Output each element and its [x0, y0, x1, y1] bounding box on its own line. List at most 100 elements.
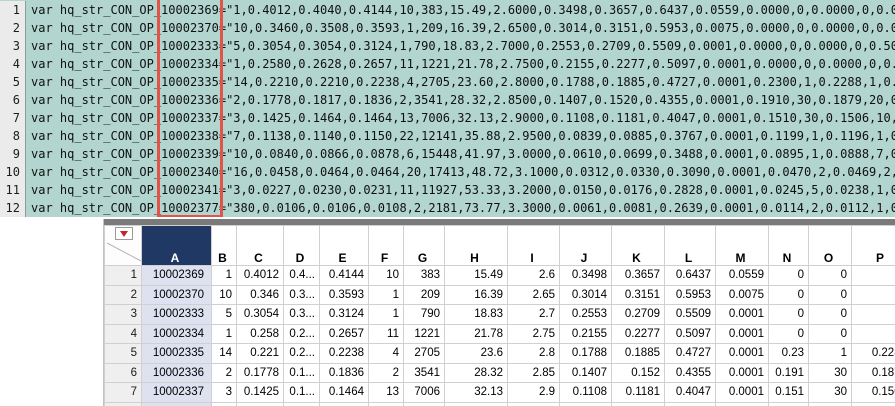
code-line[interactable]: 12 var hq_str_CON_OP_10002377="380,0.0106…: [0, 199, 895, 217]
column-header-A[interactable]: A: [141, 225, 212, 266]
cell-J7[interactable]: 0.1108: [559, 382, 612, 403]
code-line[interactable]: 11 var hq_str_CON_OP_10002341="3,0.0227,0…: [0, 181, 895, 199]
cell-A4[interactable]: 10002334: [141, 323, 212, 344]
column-header-E[interactable]: E: [319, 225, 369, 266]
cell-H4[interactable]: 21.78: [444, 323, 508, 344]
cell-I4[interactable]: 2.75: [507, 323, 560, 344]
cell-A3[interactable]: 10002333: [141, 304, 212, 325]
cell-C4[interactable]: 0.258: [236, 323, 284, 344]
cell-M5[interactable]: 0.0001: [715, 343, 769, 364]
cell-A1[interactable]: 10002369: [141, 265, 212, 286]
code-text[interactable]: var hq_str_CON_OP_10002337="3,0.1425,0.1…: [26, 109, 895, 127]
cell-D6[interactable]: 0.1...: [283, 362, 320, 383]
row-number[interactable]: 3: [104, 304, 142, 325]
cell-G2[interactable]: 209: [403, 284, 445, 305]
cell-A5[interactable]: 10002335: [141, 343, 212, 364]
cell-B8[interactable]: 7: [211, 401, 237, 406]
cell-M8[interactable]: 0.0001: [715, 401, 769, 406]
code-text[interactable]: var hq_str_CON_OP_10002369="1,0.4012,0.4…: [26, 1, 895, 19]
cell-B7[interactable]: 3: [211, 382, 237, 403]
code-line[interactable]: 8 var hq_str_CON_OP_10002338="7,0.1138,0.…: [0, 127, 895, 145]
cell-E7[interactable]: 0.1464: [319, 382, 369, 403]
cell-I8[interactable]: 2.95: [507, 401, 560, 406]
cell-H2[interactable]: 16.39: [444, 284, 508, 305]
column-header-C[interactable]: C: [236, 225, 284, 266]
cell-K8[interactable]: 0.0885: [611, 401, 665, 406]
code-line[interactable]: 5 var hq_str_CON_OP_10002335="14,0.2210,0…: [0, 73, 895, 91]
cell-C1[interactable]: 0.4012: [236, 265, 284, 286]
cell-F4[interactable]: 11: [368, 323, 404, 344]
cell-H3[interactable]: 18.83: [444, 304, 508, 325]
cell-L3[interactable]: 0.5509: [664, 304, 716, 325]
cell-K2[interactable]: 0.3151: [611, 284, 665, 305]
row-number[interactable]: 6: [104, 362, 142, 383]
cell-M7[interactable]: 0.0001: [715, 382, 769, 403]
cell-J5[interactable]: 0.1788: [559, 343, 612, 364]
code-text[interactable]: var hq_str_CON_OP_10002336="2,0.1778,0.1…: [26, 91, 895, 109]
cell-L7[interactable]: 0.4047: [664, 382, 716, 403]
cell-I5[interactable]: 2.8: [507, 343, 560, 364]
cell-D7[interactable]: 0.1...: [283, 382, 320, 403]
cell-A7[interactable]: 10002337: [141, 382, 212, 403]
cell-F8[interactable]: 22: [368, 401, 404, 406]
cell-E8[interactable]: 0.115: [319, 401, 369, 406]
cell-O5[interactable]: 1: [808, 343, 852, 364]
cell-P7[interactable]: 0.1506: [851, 382, 895, 403]
code-line[interactable]: 10 var hq_str_CON_OP_10002340="16,0.0458,…: [0, 163, 895, 181]
cell-G3[interactable]: 790: [403, 304, 445, 325]
code-text[interactable]: var hq_str_CON_OP_10002335="14,0.2210,0.…: [26, 73, 895, 91]
row-number[interactable]: 2: [104, 284, 142, 305]
cell-C6[interactable]: 0.1778: [236, 362, 284, 383]
column-header-O[interactable]: O: [808, 225, 852, 266]
cell-A2[interactable]: 10002370: [141, 284, 212, 305]
code-text[interactable]: var hq_str_CON_OP_10002334="1,0.2580,0.2…: [26, 55, 895, 73]
cell-L8[interactable]: 0.3767: [664, 401, 716, 406]
cell-H1[interactable]: 15.49: [444, 265, 508, 286]
cell-F7[interactable]: 13: [368, 382, 404, 403]
cell-N2[interactable]: 0: [768, 284, 809, 305]
column-header-B[interactable]: B: [211, 225, 237, 266]
cell-H6[interactable]: 28.32: [444, 362, 508, 383]
cell-B5[interactable]: 14: [211, 343, 237, 364]
cell-C7[interactable]: 0.1425: [236, 382, 284, 403]
cell-P5[interactable]: 0.2288: [851, 343, 895, 364]
cell-C8[interactable]: 0.1138: [236, 401, 284, 406]
cell-P8[interactable]: 0.1196: [851, 401, 895, 406]
cell-M1[interactable]: 0.0559: [715, 265, 769, 286]
code-line[interactable]: 6 var hq_str_CON_OP_10002336="2,0.1778,0.…: [0, 91, 895, 109]
cell-K4[interactable]: 0.2277: [611, 323, 665, 344]
code-text[interactable]: var hq_str_CON_OP_10002333="5,0.3054,0.3…: [26, 37, 895, 55]
cell-I3[interactable]: 2.7: [507, 304, 560, 325]
cell-I2[interactable]: 2.65: [507, 284, 560, 305]
cell-E4[interactable]: 0.2657: [319, 323, 369, 344]
row-number[interactable]: 1: [104, 265, 142, 286]
cell-P2[interactable]: 0: [851, 284, 895, 305]
cell-D8[interactable]: 0.1...: [283, 401, 320, 406]
column-header-M[interactable]: M: [715, 225, 769, 266]
row-number[interactable]: 4: [104, 323, 142, 344]
cell-M2[interactable]: 0.0075: [715, 284, 769, 305]
column-header-K[interactable]: K: [611, 225, 665, 266]
cell-P3[interactable]: 0: [851, 304, 895, 325]
cell-N8[interactable]: 0.1...: [768, 401, 809, 406]
cell-J8[interactable]: 0.0839: [559, 401, 612, 406]
cell-L6[interactable]: 0.4355: [664, 362, 716, 383]
cell-G4[interactable]: 1221: [403, 323, 445, 344]
column-header-D[interactable]: D: [283, 225, 320, 266]
row-number[interactable]: 7: [104, 382, 142, 403]
cell-K7[interactable]: 0.1181: [611, 382, 665, 403]
cell-I6[interactable]: 2.85: [507, 362, 560, 383]
cell-P6[interactable]: 0.1879: [851, 362, 895, 383]
cell-K5[interactable]: 0.1885: [611, 343, 665, 364]
cell-C2[interactable]: 0.346: [236, 284, 284, 305]
code-line[interactable]: 1 var hq_str_CON_OP_10002369="1,0.4012,0.…: [0, 1, 895, 19]
cell-I7[interactable]: 2.9: [507, 382, 560, 403]
cell-G6[interactable]: 3541: [403, 362, 445, 383]
cell-O1[interactable]: 0: [808, 265, 852, 286]
cell-F1[interactable]: 10: [368, 265, 404, 286]
cell-B4[interactable]: 1: [211, 323, 237, 344]
cell-L4[interactable]: 0.5097: [664, 323, 716, 344]
cell-B6[interactable]: 2: [211, 362, 237, 383]
cell-N3[interactable]: 0: [768, 304, 809, 325]
cell-N7[interactable]: 0.151: [768, 382, 809, 403]
